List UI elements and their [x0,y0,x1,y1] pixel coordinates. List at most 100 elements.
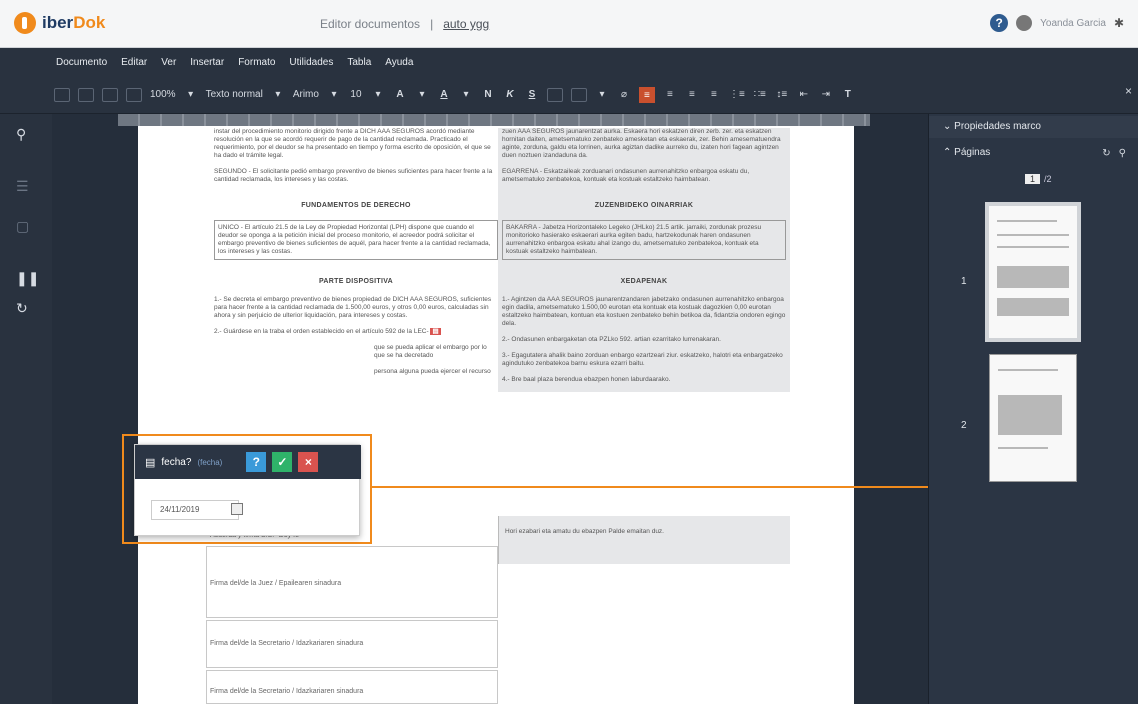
page-thumbnail-2[interactable] [989,354,1077,482]
chevron-down-icon[interactable]: ▾ [595,86,609,104]
user-name[interactable]: Yoanda Garcia [1040,18,1106,29]
date-field-marker[interactable]: ▤ [430,328,441,335]
outline-icon[interactable]: ☰ [16,178,29,195]
paragraph[interactable]: 2.- Guárdese en la traba el orden establ… [214,328,498,336]
help-button[interactable]: ? [246,452,267,472]
search-icon[interactable]: ⚲ [1119,148,1126,159]
menu-ayuda[interactable]: Ayuda [385,57,413,68]
underline-button[interactable]: S [525,86,539,104]
ordered-list-icon[interactable]: ⋮≡ [729,86,745,104]
font-family-select[interactable]: Arimo [293,86,319,104]
italic-button[interactable]: K [503,86,517,104]
pause-icon[interactable]: ❚❚ [16,270,39,287]
outdent-icon[interactable]: ⇤ [797,86,811,104]
chevron-down-icon[interactable]: ▾ [415,86,429,104]
thumbnail-line [998,395,1062,435]
menu-ver[interactable]: Ver [161,57,176,68]
menu-documento[interactable]: Documento [56,57,107,68]
clear-format-button[interactable]: T [841,86,855,104]
chevron-down-icon[interactable]: ▾ [371,86,385,104]
align-right-icon[interactable]: ≡ [685,86,699,104]
settings-gear-icon[interactable]: ✱ [1114,16,1124,30]
document-column-right[interactable]: zuen AAA SEGUROS jaunarentzat aurka. Esk… [498,128,790,392]
paragraph[interactable]: 3.- Egagutatera ahalik baino zorduan enb… [502,352,786,368]
font-size-select[interactable]: 10 [349,86,363,104]
signature-box [206,670,498,704]
iberdok-logo-icon [14,12,36,34]
confirm-button[interactable]: ✓ [272,452,293,472]
align-justify-icon[interactable]: ≡ [707,86,721,104]
menu-insertar[interactable]: Insertar [190,57,224,68]
chevron-down-icon[interactable]: ▾ [327,86,341,104]
refresh-icon[interactable]: ↻ [16,300,28,317]
menu-editar[interactable]: Editar [121,57,147,68]
thumbnail-label: 1 [961,276,967,287]
paragraph[interactable]: 2.- Ondasunen enbargaketan ota PZLko 592… [502,336,786,344]
section-propiedades-marco[interactable]: ⌄ Propiedades marco [929,116,1138,138]
page-icon[interactable]: ▢ [16,218,29,235]
paragraph[interactable]: EGARRENA - Eskatzaileak zorduanari ondas… [502,168,786,184]
paragraph[interactable]: Hori ezabari eta amatu du ebazpen Palde … [505,528,785,536]
paragraph[interactable]: que se pueda aplicar el embargo por lo q… [374,344,498,360]
paragraph[interactable]: 4.- Bre baal plaza berendua ebazpen hone… [502,376,786,384]
menu-tabla[interactable]: Tabla [347,57,371,68]
paragraph[interactable]: 1.- Agintzen da AAA SEGUROS jaunarentzan… [502,296,786,328]
link-icon[interactable]: ⌀ [617,86,631,104]
close-icon[interactable]: × [1125,84,1132,98]
align-center-icon[interactable]: ≡ [663,86,677,104]
menu-utilidades[interactable]: Utilidades [289,57,333,68]
date-field-popup: ▤ fecha? (fecha) ? ✓ × 24/11/2019 [134,444,361,536]
refresh-icon[interactable]: ↻ [1102,148,1110,159]
document-column-left[interactable]: instar del procedimiento monitorio dirig… [214,128,498,384]
paragraph[interactable]: persona alguna pueda ejercer el recurso [374,368,498,376]
paragraph-style-select[interactable]: Texto normal [206,86,263,104]
help-icon[interactable]: ? [990,14,1009,32]
chevron-down-icon[interactable]: ▾ [271,86,285,104]
bold-button[interactable]: N [481,86,495,104]
new-document-icon[interactable] [54,87,70,102]
current-page[interactable]: 1 [1025,174,1041,184]
font-color-button[interactable]: A [393,86,407,104]
chevron-down-icon[interactable]: ▾ [184,86,198,104]
user-area: ? Yoanda Garcia ✱ [990,14,1124,32]
align-left-icon[interactable]: ≡ [638,86,655,103]
document-name[interactable]: auto ygg [443,17,489,31]
chevron-down-icon[interactable]: ▾ [459,86,473,104]
highlight-color-button[interactable]: A [437,86,451,104]
page-header-strip [118,114,870,126]
cancel-button[interactable]: × [298,452,319,472]
paragraph[interactable]: BAKARRA - Jabetza Horizontaleko Legeko (… [502,220,786,260]
thumbnail-line [997,298,1069,316]
indent-icon[interactable]: ⇥ [819,86,833,104]
save-as-icon[interactable] [102,87,118,102]
date-input[interactable]: 24/11/2019 [151,500,239,520]
page-pager: 1 /2 [1025,174,1052,184]
section-heading: FUNDAMENTOS DE DERECHO [301,202,411,209]
page-thumbnail-1[interactable] [985,202,1081,342]
formatting-toolbar: 100% ▾ Texto normal ▾ Arimo ▾ 10 ▾ A ▾ A… [0,76,1138,114]
paragraph[interactable]: instar del procedimiento monitorio dirig… [214,128,498,160]
bullet-list-icon[interactable]: ∷≡ [753,86,767,104]
breadcrumb-separator: | [430,17,434,31]
save-icon[interactable] [78,87,94,102]
menu-formato[interactable]: Formato [238,57,275,68]
print-icon[interactable] [126,87,142,102]
paragraph[interactable]: zuen AAA SEGUROS jaunarentzat aurka. Esk… [502,128,786,160]
image-icon[interactable] [546,87,563,102]
paragraph-text: 2.- Guárdese en la traba el orden establ… [214,328,429,335]
calendar-icon[interactable] [231,503,243,515]
paragraph[interactable]: UNICO - El artículo 21.5 de la Ley de Pr… [214,220,498,260]
section-heading: PARTE DISPOSITIVA [318,278,394,285]
app-name-prefix: iber [42,13,74,32]
zoom-select[interactable]: 100% [150,86,176,104]
app-name-suffix: Dok [73,13,106,32]
paragraph[interactable]: 1.- Se decreta el embargo preventivo de … [214,296,498,320]
table-icon[interactable] [570,87,587,102]
line-spacing-icon[interactable]: ↕≡ [775,86,789,104]
avatar[interactable] [1016,15,1033,31]
paragraph[interactable]: SEGUNDO - El solicitante pedió embargo p… [214,168,498,184]
app-logo[interactable]: iberDok [14,12,105,34]
search-icon[interactable]: ⚲ [16,126,26,143]
popup-title: fecha? [161,456,192,468]
menu-bar: Documento Editar Ver Insertar Formato Ut… [0,48,1138,76]
